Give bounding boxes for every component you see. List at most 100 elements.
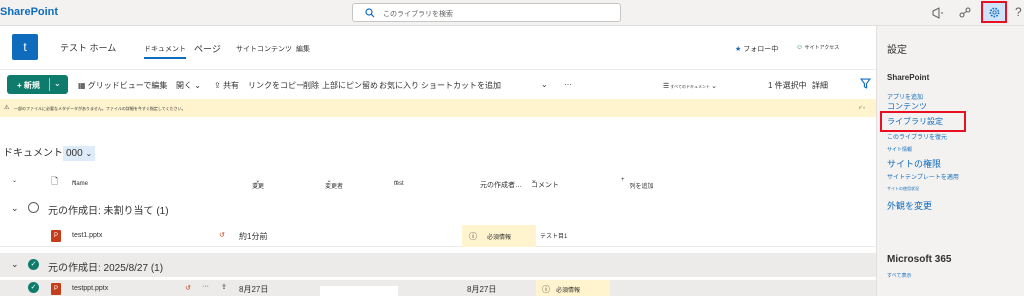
nav-documents[interactable]: ドキュメント [144, 44, 186, 59]
view-name: 000 [66, 148, 83, 159]
gear-icon [989, 7, 1000, 18]
file-name[interactable]: testppt.pptx [72, 285, 108, 292]
file-name[interactable]: test1.pptx [72, 232, 102, 239]
delete-button[interactable]: 削除 [303, 80, 319, 91]
redacted-cell [320, 286, 398, 296]
table-row[interactable]: P test1.pptx ↺ 約1分前 ⓘ 必須情報 テスト目1 [0, 225, 876, 247]
follow-label: フォロー中 [743, 46, 779, 53]
column-comment[interactable]: コメント ⌄ [531, 176, 559, 189]
nav-pages[interactable]: ページ [194, 42, 221, 55]
people-icon: ☺ [796, 44, 804, 51]
required-info-label: 必須情報 [556, 288, 581, 294]
site-access-button[interactable]: ☺ サイトアクセス [796, 44, 839, 51]
add-shortcut-button[interactable]: ショートカットを追加 [421, 80, 501, 91]
site-name[interactable]: テスト ホーム [60, 41, 116, 54]
megaphone-icon[interactable] [930, 5, 946, 21]
share-icon: ⇪ [214, 81, 221, 90]
metadata-warning-banner: ⚠ 一部のファイルに必要なメタデータがありません。ファイルの詳細を今すぐ指定して… [0, 99, 876, 117]
apply-site-template-link[interactable]: サイトテンプレートを適用 [887, 172, 959, 181]
banner-close-button[interactable]: ﾃﾞｨ [859, 105, 865, 111]
chevron-down-icon[interactable]: ⌄ [11, 203, 19, 214]
details-button[interactable]: 詳細 [812, 80, 828, 91]
collapse-all-chevron-icon[interactable]: ⌄ [12, 177, 17, 184]
more-button[interactable]: ··· [564, 80, 572, 89]
warning-icon: ⚠ [4, 105, 10, 111]
site-logo[interactable]: t [12, 34, 38, 60]
open-label: 開く [176, 81, 192, 90]
view-all-link[interactable]: すべて表示 [887, 272, 911, 279]
share-row-icon[interactable]: ⇪ [221, 283, 227, 291]
add-app-link[interactable]: アプリを追加 [887, 92, 923, 101]
filter-icon[interactable] [860, 78, 871, 89]
table-row-selected[interactable]: ✓ P testppt.pptx ↺ ··· ⇪ 8月27日 8月27日 ⓘ 必… [0, 280, 876, 296]
nav-site-contents[interactable]: サイトコンテンツ [236, 44, 292, 54]
comment-cell: テスト目1 [540, 234, 568, 240]
suite-header: SharePoint このライブラリを検索 ? [0, 0, 1024, 26]
column-modified[interactable]: 変更 ⓘ ⌄ [252, 177, 264, 190]
info-icon: ⓘ [253, 184, 260, 190]
favorite-button[interactable]: お気に入り [379, 80, 419, 91]
nav-edit[interactable]: 編集 [296, 44, 310, 54]
grid-icon: ▦ [78, 81, 86, 90]
info-icon: ⓘ [542, 285, 550, 294]
follow-button[interactable]: ★ フォロー中 [735, 44, 778, 54]
new-button[interactable]: + 新規 ⌄ [7, 75, 68, 94]
powerpoint-file-icon: P [51, 283, 61, 295]
group-header-unassigned[interactable]: ⌄ 元の作成日: 未割り当て (1) [0, 198, 876, 220]
add-column-button[interactable]: + 列を追加 [621, 177, 654, 190]
grid-edit-button[interactable]: ▦ グリッドビューで編集 [78, 80, 167, 91]
open-button[interactable]: 開く ⌄ [176, 80, 201, 91]
share-icon[interactable] [957, 5, 973, 21]
file-type-icon[interactable]: 🗋 [51, 174, 58, 190]
settings-button[interactable] [981, 1, 1007, 23]
new-file-indicator-icon: ↺ [219, 232, 225, 239]
overflow-chevron-icon[interactable]: ⌄ [541, 80, 548, 89]
settings-panel: 設定 SharePoint アプリを追加 コンテンツ ライブラリ設定 このライブ… [876, 26, 1024, 296]
column-name-label: Name [72, 181, 89, 187]
view-name-dropdown[interactable]: 000 ⌄ [63, 146, 96, 161]
help-button[interactable]: ? [1015, 5, 1022, 19]
sharepoint-section-title: SharePoint [887, 73, 930, 82]
column-test[interactable]: test ⌄ [394, 177, 404, 187]
site-access-label: サイトアクセス [804, 45, 840, 51]
group-selected-check-icon[interactable]: ✓ [28, 259, 39, 270]
site-permissions-link[interactable]: サイトの権限 [887, 157, 941, 170]
powerpoint-file-icon: P [51, 230, 61, 242]
pin-top-button[interactable]: 上部にピン留め [322, 80, 378, 91]
site-info-link[interactable]: サイト情報 [887, 146, 912, 153]
creator-date: 8月27日 [467, 285, 497, 294]
column-test-label: test [394, 181, 404, 187]
group-select-circle[interactable] [28, 202, 39, 213]
column-name[interactable]: Name ⌄ [72, 177, 88, 187]
share-button[interactable]: ⇪ 共有 [214, 80, 239, 91]
grid-edit-label: グリッドビューで編集 [87, 81, 168, 90]
change-look-link[interactable]: 外観を変更 [887, 199, 932, 212]
group-label: 元の作成日: 2025/8/27 (1) [48, 263, 164, 274]
copy-link-button[interactable]: リンクをコピー [248, 80, 304, 91]
view-selector[interactable]: ☰ すべてのドキュメント ⌄ [663, 82, 717, 90]
command-bar: + 新規 ⌄ ▦ グリッドビューで編集 開く ⌄ ⇪ 共有 リンクをコピー 削除… [0, 74, 876, 96]
group-label: 元の作成日: 未割り当て (1) [48, 206, 169, 217]
column-modified-by[interactable]: 変更者 ⌄ [325, 177, 343, 190]
banner-text: 一部のファイルに必要なメタデータがありません。ファイルの詳細を今すぐ指定してくだ… [14, 106, 186, 111]
search-placeholder: このライブラリを検索 [383, 11, 453, 18]
list-icon: ☰ [663, 83, 670, 90]
search-box[interactable]: このライブラリを検索 [352, 3, 621, 22]
more-actions-button[interactable]: ··· [202, 283, 209, 290]
chevron-down-icon[interactable]: ⌄ [54, 79, 61, 88]
row-selected-check-icon[interactable]: ✓ [28, 282, 39, 293]
group-header-2025-8-27[interactable]: ⌄ ✓ 元の作成日: 2025/8/27 (1) [0, 253, 876, 277]
modified-time: 8月27日 [239, 285, 269, 294]
info-icon: ⓘ [469, 232, 477, 241]
view-title: ドキュメント 000 ⌄ [3, 144, 96, 162]
star-icon: ★ [735, 46, 742, 53]
chevron-down-icon[interactable]: ⌄ [11, 259, 19, 270]
site-usage-link[interactable]: サイトの使用状況 [887, 186, 919, 192]
selection-count: 1 件選択中 [768, 81, 807, 90]
app-title[interactable]: SharePoint [0, 6, 58, 18]
microsoft-365-section-title: Microsoft 365 [887, 254, 952, 265]
new-label: + 新規 [17, 81, 40, 90]
new-button-divider [49, 78, 50, 91]
restore-library-link[interactable]: このライブラリを復元 [887, 132, 947, 141]
search-icon [365, 8, 375, 18]
